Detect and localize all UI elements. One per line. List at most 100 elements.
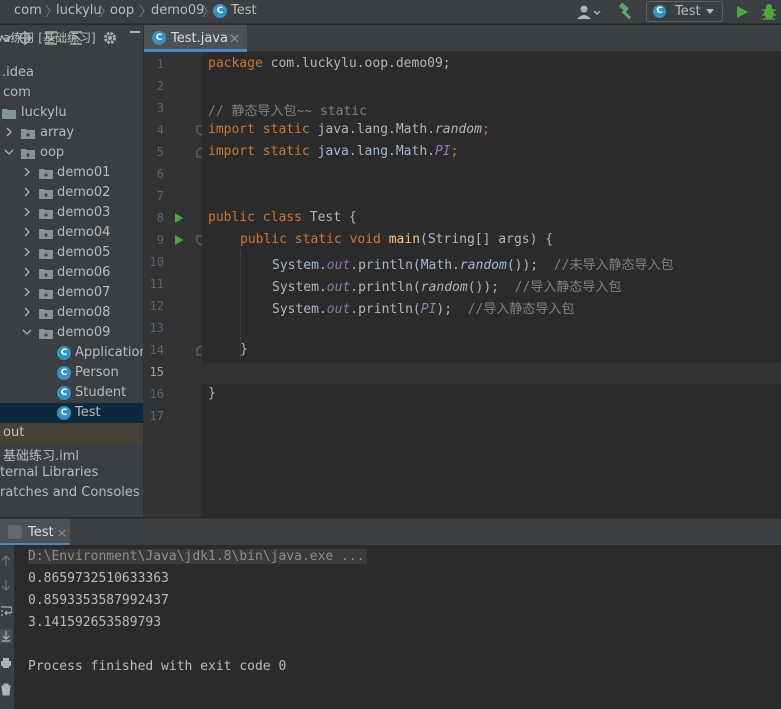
code-text: System.: [272, 302, 327, 317]
tab-run-test[interactable]: Test: [0, 519, 70, 546]
tree-item-student[interactable]: C Student: [0, 383, 143, 403]
tree-item-application[interactable]: C Application: [0, 343, 143, 363]
package-folder-icon: [39, 189, 53, 199]
arrow-up-icon[interactable]: [0, 555, 12, 567]
tree-item-external-libraries[interactable]: ternal Libraries: [0, 463, 143, 483]
class-icon: C: [213, 4, 227, 18]
breadcrumb-test[interactable]: Test: [231, 3, 257, 18]
breadcrumb-luckylu[interactable]: luckylu: [56, 3, 102, 18]
tree-item-demo04[interactable]: demo04: [0, 223, 143, 243]
code-text: out: [326, 302, 351, 317]
package-folder-icon: [21, 129, 35, 139]
code-text: System.: [272, 258, 327, 273]
tree-item-out[interactable]: out: [0, 423, 143, 443]
soft-wrap-icon[interactable]: [0, 605, 12, 617]
breadcrumb-demo09[interactable]: demo09: [151, 3, 204, 18]
user-icon[interactable]: [576, 2, 602, 22]
tree-item-idea[interactable]: .idea: [0, 63, 143, 83]
line-number: 14: [149, 343, 164, 357]
tab-test-java[interactable]: C Test.java: [144, 25, 247, 52]
arrow-down-icon[interactable]: [0, 579, 12, 591]
tree-item-label: demo02: [57, 185, 111, 200]
keyword: import static: [208, 122, 310, 137]
chevron-right-icon[interactable]: [22, 167, 32, 177]
chevron-right-icon[interactable]: [22, 187, 32, 197]
chevron-right-icon[interactable]: [4, 127, 14, 137]
tree-item-person[interactable]: C Person: [0, 363, 143, 383]
tree-item-scratches[interactable]: ratches and Consoles: [0, 483, 143, 503]
code-line-1: package com.luckylu.oop.demo09;: [208, 56, 451, 71]
code-text: Test {: [301, 210, 357, 225]
build-hammer-icon[interactable]: [616, 2, 636, 22]
tree-item-array[interactable]: array: [0, 123, 143, 143]
console-exit-message: Process finished with exit code 0: [28, 659, 287, 674]
tree-item-demo09[interactable]: demo09: [0, 323, 143, 343]
tree-item-label: demo05: [57, 245, 111, 260]
line-number: 4: [156, 123, 164, 137]
tree-item-label: Test: [75, 405, 101, 420]
line-number: 7: [156, 189, 164, 203]
run-icon[interactable]: [734, 2, 750, 22]
tree-item-iml-file[interactable]: 基础练习.iml: [0, 443, 143, 464]
comment: //未导入静态导入包: [553, 258, 674, 273]
comment: //导入静态导入包: [467, 302, 575, 317]
package-folder-icon: [39, 289, 53, 299]
chevron-right-icon[interactable]: [22, 227, 32, 237]
close-icon[interactable]: [230, 34, 239, 43]
code-line-11: System.out.println(random()); //导入静态导入包: [272, 276, 621, 295]
code-text: ());: [467, 280, 515, 295]
code-text: PI: [434, 144, 451, 159]
tree-item-label: demo08: [57, 305, 111, 320]
gear-icon[interactable]: [102, 30, 118, 46]
debug-bug-icon[interactable]: [760, 2, 778, 22]
keyword: public static void: [240, 232, 381, 247]
close-icon[interactable]: [58, 529, 66, 537]
package-folder-icon: [39, 229, 53, 239]
expand-all-icon[interactable]: [43, 30, 59, 46]
navigation-bar: com luckylu oop demo09 C Test C Test: [0, 0, 781, 24]
run-configuration-select[interactable]: C Test: [646, 1, 723, 22]
scroll-to-end-icon[interactable]: [0, 629, 12, 643]
editor-tab-bar: C Test.java: [144, 25, 781, 52]
tree-item-test[interactable]: C Test: [0, 403, 143, 423]
breadcrumb-oop[interactable]: oop: [110, 3, 134, 18]
code-editor[interactable]: package com.luckylu.oop.demo09; // 静态导入包…: [202, 52, 781, 517]
tree-item-luckylu[interactable]: luckylu: [0, 103, 143, 123]
tree-item-label: demo03: [57, 205, 111, 220]
chevron-right-icon[interactable]: [22, 247, 32, 257]
line-number: 3: [156, 101, 164, 115]
chevron-right-icon[interactable]: [22, 207, 32, 217]
chevron-right-icon[interactable]: [22, 267, 32, 277]
run-gutter-icon[interactable]: [174, 212, 184, 224]
locate-target-icon[interactable]: [17, 30, 33, 46]
collapse-icon[interactable]: [0, 33, 12, 43]
tree-item-demo01[interactable]: demo01: [0, 163, 143, 183]
run-gutter-icon[interactable]: [174, 234, 184, 246]
tree-item-oop[interactable]: oop: [0, 143, 143, 163]
tree-item-label: 基础练习.iml: [3, 449, 80, 464]
chevron-right-icon[interactable]: [22, 287, 32, 297]
console-output[interactable]: D:\Environment\Java\jdk1.8\bin\java.exe …: [14, 545, 781, 709]
tree-item-demo02[interactable]: demo02: [0, 183, 143, 203]
tree-item-demo07[interactable]: demo07: [0, 283, 143, 303]
breadcrumb-com[interactable]: com: [14, 3, 42, 18]
tree-item-demo03[interactable]: demo03: [0, 203, 143, 223]
trash-icon[interactable]: [0, 683, 12, 696]
collapse-all-icon[interactable]: [68, 30, 84, 46]
code-text: java.lang.Math.: [309, 122, 435, 137]
tree-item-demo08[interactable]: demo08: [0, 303, 143, 323]
code-line-3: // 静态导入包~~ static: [208, 104, 367, 119]
tree-item-com[interactable]: com: [0, 83, 143, 103]
current-line-highlight: [202, 363, 781, 384]
chevron-down-icon[interactable]: [22, 327, 32, 337]
class-icon: C: [57, 366, 71, 380]
chevron-right-icon[interactable]: [22, 307, 32, 317]
keyword: import static: [208, 144, 310, 159]
line-number: 10: [149, 255, 164, 269]
chevron-down-icon[interactable]: [4, 147, 14, 157]
code-text: .println(: [350, 302, 421, 317]
tree-item-demo06[interactable]: demo06: [0, 263, 143, 283]
minimize-icon[interactable]: [130, 31, 140, 33]
print-icon[interactable]: [0, 657, 12, 669]
tree-item-demo05[interactable]: demo05: [0, 243, 143, 263]
